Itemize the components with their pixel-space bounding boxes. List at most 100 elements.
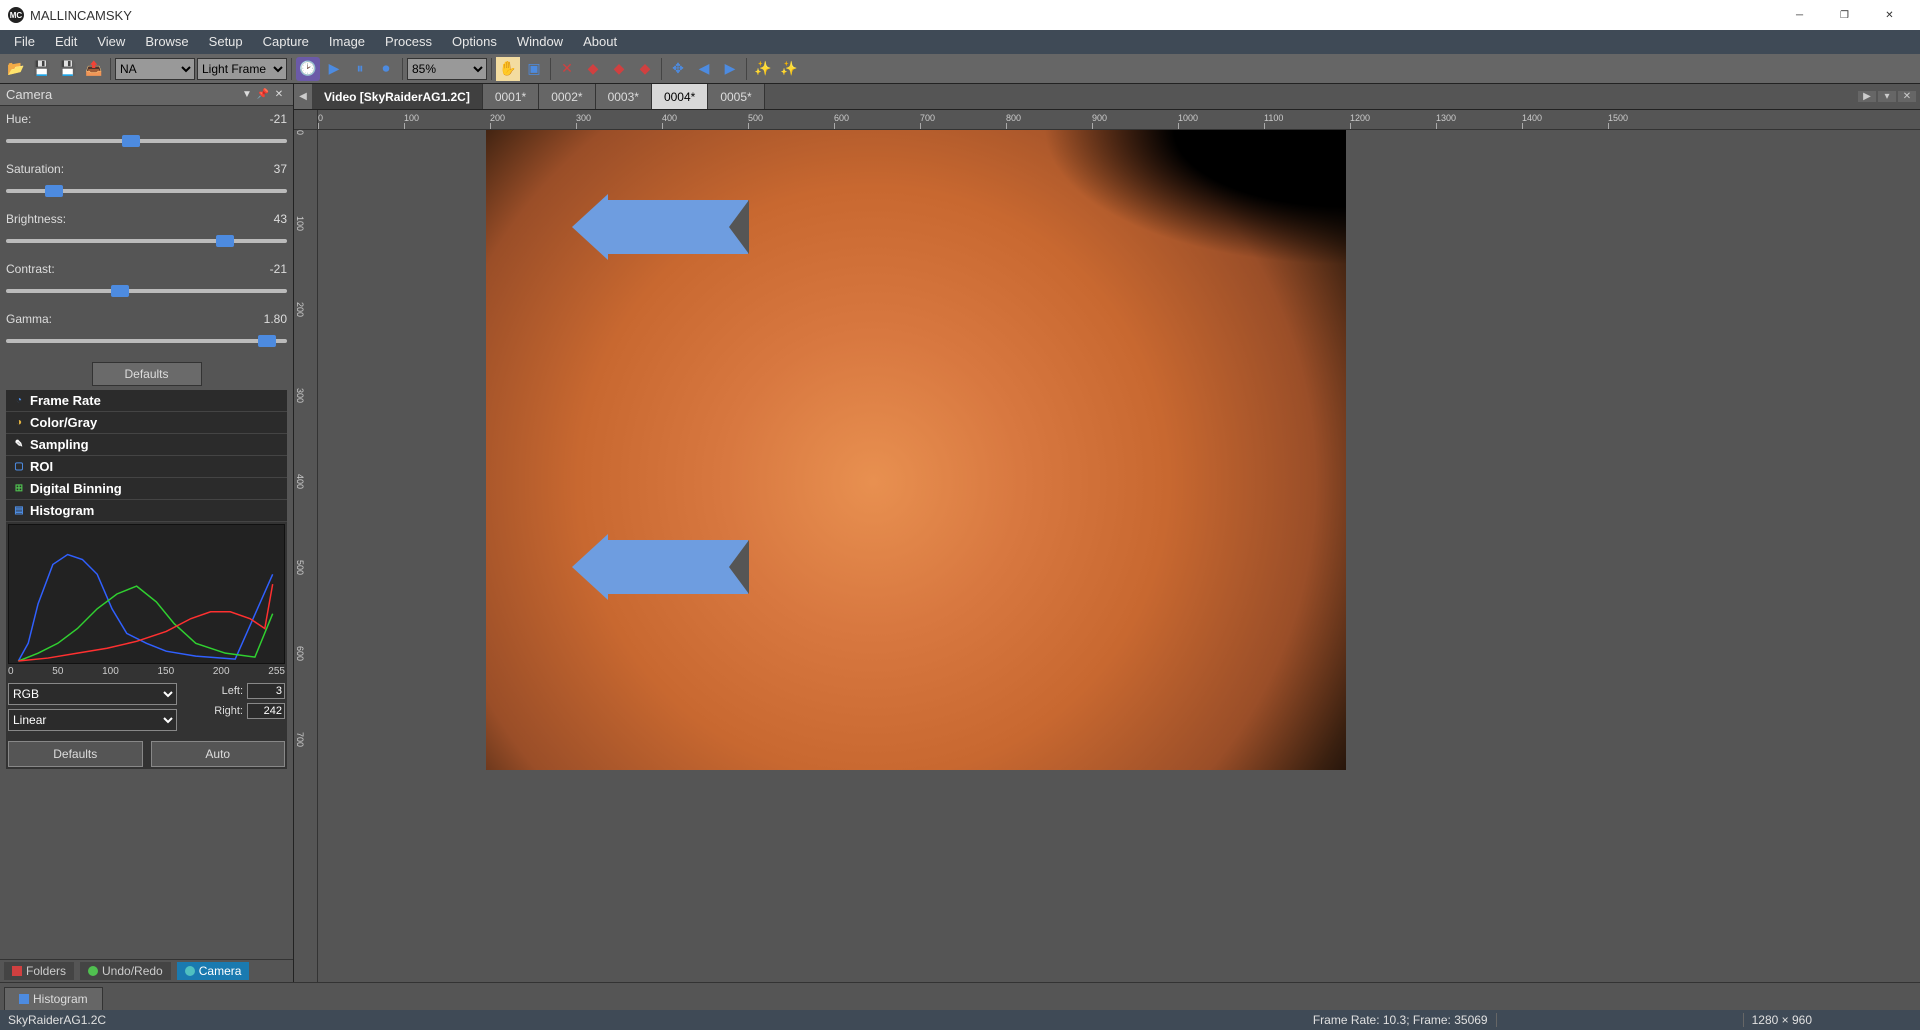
zoom-select[interactable]: 85% xyxy=(407,58,487,80)
tab-camera[interactable]: Camera xyxy=(177,962,250,980)
saturation-slider-row: Saturation:37 xyxy=(6,162,287,196)
section-frame-rate[interactable]: ◔Frame Rate xyxy=(6,390,287,412)
gamma-slider[interactable] xyxy=(6,339,287,343)
ruler-tick: 0 xyxy=(318,113,323,123)
timer-icon[interactable]: 🕑 xyxy=(296,57,320,81)
ruler-tick: 800 xyxy=(1006,113,1021,123)
menu-view[interactable]: View xyxy=(87,30,135,54)
panel-close-icon[interactable]: ✕ xyxy=(271,87,287,103)
contrast-slider-row: Contrast:-21 xyxy=(6,262,287,296)
menu-capture[interactable]: Capture xyxy=(253,30,319,54)
panel-body: Hue:-21 Saturation:37 Brightness: 43 Cont… xyxy=(0,106,293,959)
menu-about[interactable]: About xyxy=(573,30,627,54)
defaults-button[interactable]: Defaults xyxy=(92,362,202,386)
menu-window[interactable]: Window xyxy=(507,30,573,54)
ruler-tick: 300 xyxy=(576,113,591,123)
maximize-button[interactable]: ❐ xyxy=(1822,0,1867,30)
x-red-icon[interactable]: ✕ xyxy=(555,57,579,81)
na-select[interactable]: NA xyxy=(115,58,195,80)
brightness-slider[interactable] xyxy=(6,239,287,243)
status-resolution: 1280 × 960 xyxy=(1752,1013,1812,1027)
menu-process[interactable]: Process xyxy=(375,30,442,54)
diamond-1-icon[interactable]: ◆ xyxy=(581,57,605,81)
histogram-canvas[interactable] xyxy=(8,524,285,664)
save-icon[interactable]: 💾 xyxy=(30,57,54,81)
hue-slider-row: Hue:-21 xyxy=(6,112,287,146)
bottom-histogram-tab[interactable]: Histogram xyxy=(4,987,103,1010)
ruler-tick: 1400 xyxy=(1522,113,1542,123)
crop-icon[interactable]: ▣ xyxy=(522,57,546,81)
menu-setup[interactable]: Setup xyxy=(199,30,253,54)
accordion: ◔Frame Rate ◑Color/Gray ✎Sampling ▢ROI ⊞… xyxy=(6,390,287,769)
menu-file[interactable]: File xyxy=(4,30,45,54)
tab-scroll-left-icon[interactable]: ◀ xyxy=(294,84,312,109)
toolbar: 📂 💾 💾 📤 NA Light Frame 🕑 ▶ ⏸ ⏺ 85% ✋ ▣ ✕… xyxy=(0,54,1920,84)
section-histogram[interactable]: ▤Histogram xyxy=(6,500,287,522)
sampling-icon: ✎ xyxy=(12,438,26,452)
brightness-value: 43 xyxy=(274,212,287,226)
section-roi[interactable]: ▢ROI xyxy=(6,456,287,478)
sparkle-purple-icon[interactable]: ✨ xyxy=(777,57,801,81)
ruler-tick: 1200 xyxy=(1350,113,1370,123)
save-as-icon[interactable]: 💾 xyxy=(56,57,80,81)
app-title: MALLINCAMSKY xyxy=(30,8,1777,23)
histogram-left-label: Left: xyxy=(222,685,243,697)
app-logo-icon: MC xyxy=(8,7,24,23)
image-tab-video[interactable]: Video [SkyRaiderAG1.2C] xyxy=(312,84,483,109)
open-folder-icon[interactable]: 📂 xyxy=(4,57,28,81)
ruler-tick: 1000 xyxy=(1178,113,1198,123)
image-tab-1[interactable]: 0001* xyxy=(483,84,539,109)
export-icon[interactable]: 📤 xyxy=(82,57,106,81)
hue-label: Hue: xyxy=(6,112,31,126)
image-tab-5[interactable]: 0005* xyxy=(708,84,764,109)
image-canvas[interactable] xyxy=(318,130,1920,982)
nav-right-icon[interactable]: ▶ xyxy=(718,57,742,81)
nav-left-icon[interactable]: ◀ xyxy=(692,57,716,81)
tab-close-icon[interactable]: ✕ xyxy=(1898,91,1916,102)
tab-folders[interactable]: Folders xyxy=(4,962,74,980)
brightness-label: Brightness: xyxy=(6,212,66,226)
tab-undo-redo[interactable]: Undo/Redo xyxy=(80,962,171,980)
image-tab-4[interactable]: 0004* xyxy=(652,84,708,109)
contrast-slider[interactable] xyxy=(6,289,287,293)
menu-image[interactable]: Image xyxy=(319,30,375,54)
minimize-button[interactable]: ─ xyxy=(1777,0,1822,30)
histogram-auto-button[interactable]: Auto xyxy=(151,741,286,767)
camera-panel: Camera ▼ 📌 ✕ Hue:-21 Saturation:37 Brigh… xyxy=(0,84,294,982)
image-tab-3[interactable]: 0003* xyxy=(596,84,652,109)
pause-icon[interactable]: ⏸ xyxy=(348,57,372,81)
sparkle-yellow-icon[interactable]: ✨ xyxy=(751,57,775,81)
panel-dropdown-icon[interactable]: ▼ xyxy=(239,87,255,103)
histogram-defaults-button[interactable]: Defaults xyxy=(8,741,143,767)
record-icon[interactable]: ⏺ xyxy=(374,57,398,81)
ruler-tick: 700 xyxy=(295,732,305,747)
menu-options[interactable]: Options xyxy=(442,30,507,54)
hue-slider[interactable] xyxy=(6,139,287,143)
histogram-right-input[interactable] xyxy=(247,703,285,719)
status-camera: SkyRaiderAG1.2C xyxy=(8,1013,106,1027)
menu-browse[interactable]: Browse xyxy=(135,30,198,54)
titlebar: MC MALLINCAMSKY ─ ❐ ✕ xyxy=(0,0,1920,30)
play-icon[interactable]: ▶ xyxy=(322,57,346,81)
saturation-slider[interactable] xyxy=(6,189,287,193)
section-color-gray[interactable]: ◑Color/Gray xyxy=(6,412,287,434)
frame-type-select[interactable]: Light Frame xyxy=(197,58,287,80)
move-blue-icon[interactable]: ✥ xyxy=(666,57,690,81)
diamond-3-icon[interactable]: ◆ xyxy=(633,57,657,81)
close-button[interactable]: ✕ xyxy=(1867,0,1912,30)
gamma-value: 1.80 xyxy=(264,312,287,326)
histogram-mode-select[interactable]: RGB xyxy=(8,683,177,705)
main-area: Camera ▼ 📌 ✕ Hue:-21 Saturation:37 Brigh… xyxy=(0,84,1920,982)
hand-tool-icon[interactable]: ✋ xyxy=(496,57,520,81)
tab-scroll-right-icon[interactable]: ▶ xyxy=(1858,91,1876,102)
panel-pin-icon[interactable]: 📌 xyxy=(255,87,271,103)
menu-edit[interactable]: Edit xyxy=(45,30,87,54)
histogram-left-input[interactable] xyxy=(247,683,285,699)
section-digital-binning[interactable]: ⊞Digital Binning xyxy=(6,478,287,500)
ruler-tick: 0 xyxy=(295,130,305,135)
image-tab-2[interactable]: 0002* xyxy=(539,84,595,109)
histogram-scale-select[interactable]: Linear xyxy=(8,709,177,731)
diamond-2-icon[interactable]: ◆ xyxy=(607,57,631,81)
tab-menu-icon[interactable]: ▾ xyxy=(1878,91,1896,102)
section-sampling[interactable]: ✎Sampling xyxy=(6,434,287,456)
